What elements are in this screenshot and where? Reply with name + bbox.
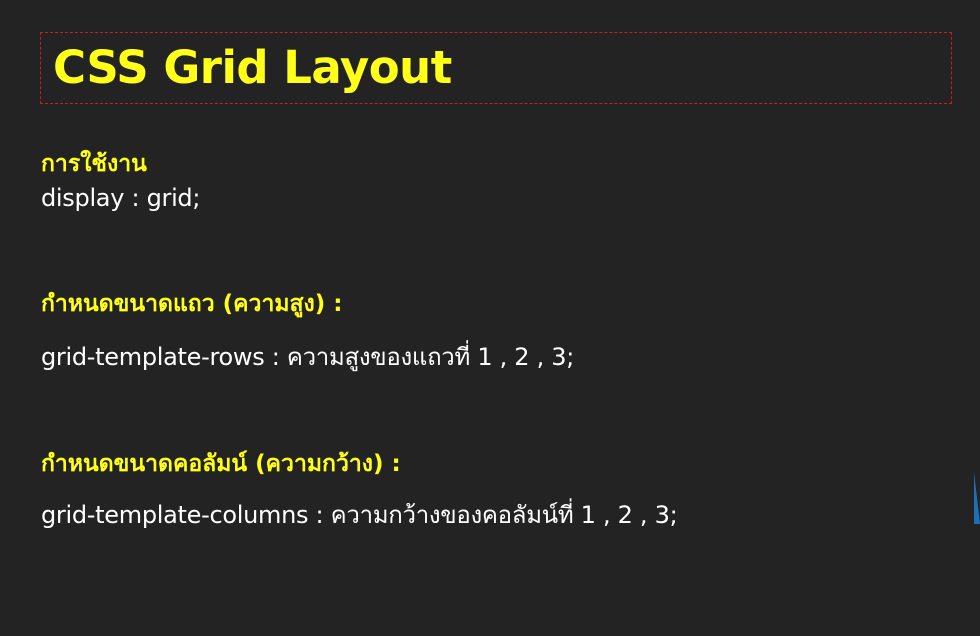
section-rows-heading: กำหนดขนาดแถว (ความสูง) :	[41, 291, 343, 317]
edge-accent-shape	[974, 472, 980, 524]
section-usage-code: display : grid;	[41, 184, 201, 212]
page-title: CSS Grid Layout	[53, 41, 452, 94]
section-columns-code: grid-template-columns : ความกว้างของคอลั…	[41, 501, 678, 529]
title-box: CSS Grid Layout	[40, 32, 952, 104]
section-usage-heading: การใช้งาน	[41, 151, 147, 177]
section-rows-code: grid-template-rows : ความสูงของแถวที่ 1 …	[41, 343, 574, 371]
section-columns-heading: กำหนดขนาดคอลัมน์ (ความกว้าง) :	[41, 451, 401, 477]
